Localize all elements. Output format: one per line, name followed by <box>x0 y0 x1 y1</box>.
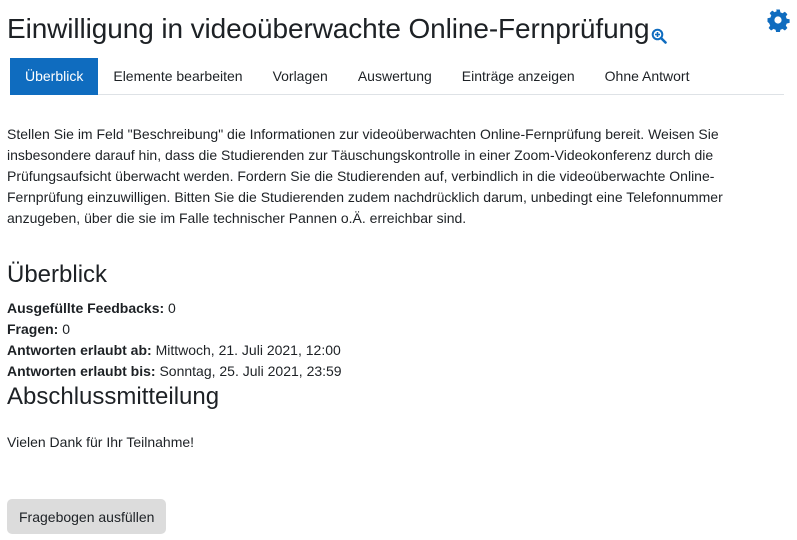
info-row-questions: Fragen: 0 <box>7 319 342 340</box>
info-value: 0 <box>62 321 71 337</box>
tab-templates[interactable]: Vorlagen <box>258 58 343 95</box>
tab-overview[interactable]: Überblick <box>10 58 99 95</box>
info-label: Antworten erlaubt ab: <box>7 342 152 358</box>
info-row-feedbacks: Ausgefüllte Feedbacks: 0 <box>7 298 342 319</box>
completion-heading: Abschlussmitteilung <box>7 383 220 410</box>
info-value: Mittwoch, 21. Juli 2021, 12:00 <box>155 342 341 358</box>
info-value: Sonntag, 25. Juli 2021, 23:59 <box>159 363 342 379</box>
overview-heading: Überblick <box>7 261 108 288</box>
tab-edit-items[interactable]: Elemente bearbeiten <box>98 58 257 95</box>
page: Einwilligung in videoüberwachte Online-F… <box>0 0 797 540</box>
thanks-text: Vielen Dank für Ihr Teilnahme! <box>7 434 195 450</box>
title-row: Einwilligung in videoüberwachte Online-F… <box>7 11 667 47</box>
page-title: Einwilligung in videoüberwachte Online-F… <box>7 13 650 44</box>
tab-analysis[interactable]: Auswertung <box>343 58 447 95</box>
info-value: 0 <box>168 300 176 316</box>
info-label: Fragen: <box>7 321 59 337</box>
info-list: Ausgefüllte Feedbacks: 0 Fragen: 0 Antwo… <box>7 298 342 382</box>
tab-show-entries[interactable]: Einträge anzeigen <box>447 58 590 95</box>
info-label: Ausgefüllte Feedbacks: <box>7 300 165 316</box>
info-row-close-date: Antworten erlaubt bis: Sonntag, 25. Juli… <box>7 361 342 382</box>
fill-questionnaire-button[interactable]: Fragebogen ausfüllen <box>7 499 167 534</box>
info-label: Antworten erlaubt bis: <box>7 363 156 379</box>
zoom-in-icon[interactable] <box>651 28 667 44</box>
info-row-open-date: Antworten erlaubt ab: Mittwoch, 21. Juli… <box>7 340 342 361</box>
gear-icon[interactable] <box>766 8 790 33</box>
intro-text: Stellen Sie im Feld "Beschreibung" die I… <box>7 126 723 226</box>
tab-no-response[interactable]: Ohne Antwort <box>590 58 705 95</box>
tab-bar: Überblick Elemente bearbeiten Vorlagen A… <box>10 58 784 95</box>
